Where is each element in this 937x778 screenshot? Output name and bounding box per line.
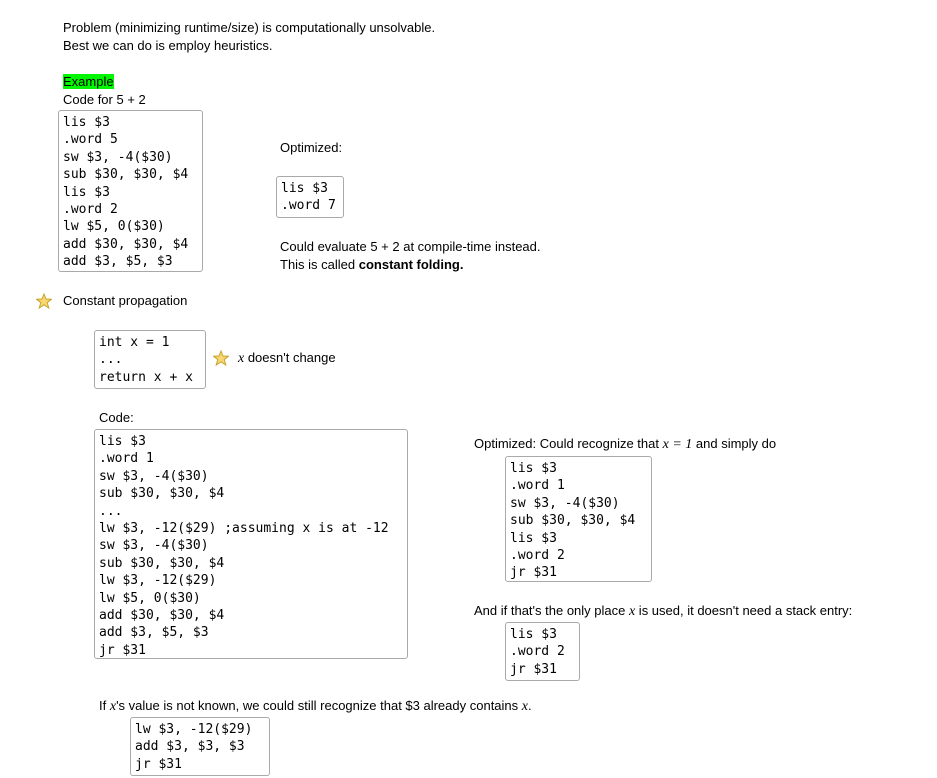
remark-text: doesn't change [244, 350, 336, 365]
unknown-prefix: If [99, 698, 110, 713]
no-stack-code-box: lis $3 .word 2 jr $31 [505, 622, 580, 681]
x-unchanged-remark: x doesn't change [238, 349, 336, 368]
folding-note-line-1: Could evaluate 5 + 2 at compile-time ins… [280, 239, 541, 254]
optimized-code: lis $3 .word 7 [281, 181, 336, 214]
intro-line-1: Problem (minimizing runtime/size) is com… [63, 20, 436, 35]
snippet-code: int x = 1 ... return x + x [99, 335, 193, 385]
example-heading: Example [63, 73, 114, 91]
constant-folding-term: constant folding. [358, 257, 464, 272]
optimized-suffix: and simply do [692, 436, 777, 451]
example-code-box: lis $3 .word 5 sw $3, -4($30) sub $30, $… [58, 110, 203, 272]
star-icon [36, 293, 52, 309]
unknown-code: lw $3, -12($29) add $3, $3, $3 jr $31 [135, 722, 253, 772]
folding-note-prefix: This is called [280, 257, 359, 272]
unknown-code-box: lw $3, -12($29) add $3, $3, $3 jr $31 [130, 717, 270, 776]
only-place-prefix: And if that's the only place [474, 603, 629, 618]
code-label: Code: [99, 410, 134, 425]
intro-line-2: Best we can do is employ heuristics. [63, 38, 273, 53]
optimized-prefix: Optimized: Could recognize that [474, 436, 663, 451]
unknown-mid: 's value is not known, we could still re… [116, 698, 522, 713]
example-code: lis $3 .word 5 sw $3, -4($30) sub $30, $… [63, 115, 189, 270]
optimized-propagation-code: lis $3 .word 1 sw $3, -4($30) sub $30, $… [510, 461, 636, 581]
optimized-recognize-text: Optimized: Could recognize that x = 1 an… [474, 435, 776, 454]
math-expression: x = 1 [662, 437, 693, 452]
star-icon [213, 350, 229, 366]
constant-propagation-heading: Constant propagation [63, 293, 188, 308]
example-caption: Code for 5 + 2 [63, 92, 146, 107]
no-stack-code: lis $3 .word 2 jr $31 [510, 627, 565, 677]
snippet-box: int x = 1 ... return x + x [94, 330, 206, 389]
optimized-propagation-box: lis $3 .word 1 sw $3, -4($30) sub $30, $… [505, 456, 652, 582]
optimized-code-box: lis $3 .word 7 [276, 176, 344, 218]
only-place-suffix: is used, it doesn't need a stack entry: [635, 603, 853, 618]
optimized-label: Optimized: [280, 140, 343, 155]
unknown-value-text: If x's value is not known, we could stil… [99, 697, 532, 716]
only-place-text: And if that's the only place x is used, … [474, 602, 852, 621]
folding-note-line-2: This is called constant folding. [280, 256, 463, 274]
propagation-code: lis $3 .word 1 sw $3, -4($30) sub $30, $… [99, 434, 389, 658]
propagation-code-box: lis $3 .word 1 sw $3, -4($30) sub $30, $… [94, 429, 408, 659]
highlighted-text: Example [63, 74, 114, 89]
unknown-end: . [528, 698, 532, 713]
